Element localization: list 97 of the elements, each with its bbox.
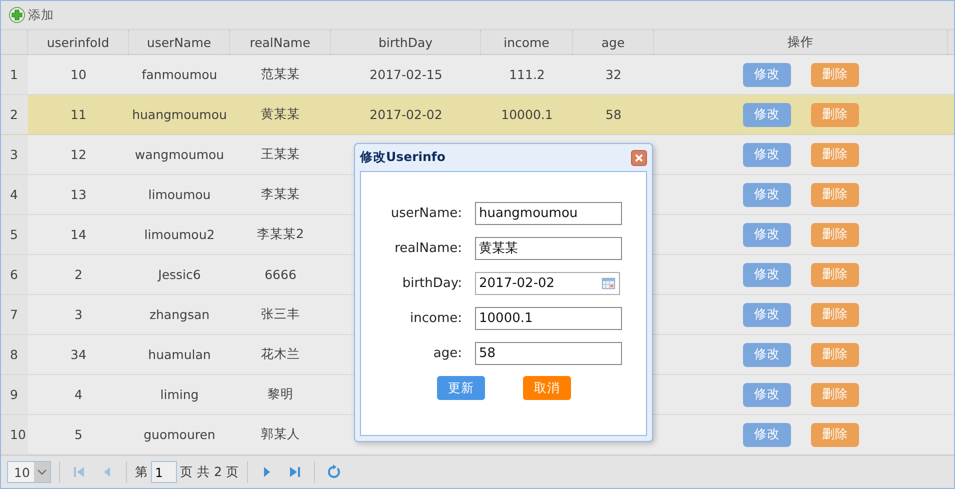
edit-button[interactable]: 修改 <box>743 342 791 367</box>
table-cell: 3 <box>74 307 82 322</box>
table-cell: zhangsan <box>149 307 210 322</box>
table-cell: 34 <box>70 347 86 362</box>
table-cell: 58 <box>606 107 622 122</box>
delete-button[interactable]: 删除 <box>811 342 859 367</box>
chevron-down-icon <box>34 462 50 482</box>
page-label: 第 <box>135 464 148 481</box>
table-cell: 11 <box>70 107 86 122</box>
table-cell: 12 <box>70 147 86 162</box>
table-cell: liming <box>160 387 199 402</box>
table-cell: 5 <box>74 427 82 442</box>
page-size-select[interactable]: 10 <box>7 461 51 484</box>
field-label: birthDay: <box>401 276 462 290</box>
dialog-title: 修改Userinfo <box>360 149 446 166</box>
plus-icon <box>9 7 25 24</box>
table-row[interactable]: 2 11 huangmoumou 黄某某 2017-02-02 10000.1 58 修改 删除 <box>1 95 954 136</box>
table-cell: 黎明 <box>268 386 294 404</box>
table-cell: 花木兰 <box>261 346 300 364</box>
edit-button[interactable]: 修改 <box>743 62 791 87</box>
table-cell: guomouren <box>144 427 216 442</box>
row-number: 3 <box>1 135 28 174</box>
table-cell: 2 <box>74 267 82 282</box>
table-cell: 14 <box>70 227 86 242</box>
edit-button[interactable]: 修改 <box>743 262 791 287</box>
edit-button[interactable]: 修改 <box>743 302 791 327</box>
cancel-button[interactable]: 取消 <box>523 376 571 400</box>
field-label: age: <box>432 346 462 360</box>
delete-button[interactable]: 删除 <box>811 142 859 167</box>
column-header[interactable]: userName <box>129 30 230 54</box>
date-field[interactable]: 2017-02-02 <box>475 272 620 294</box>
table-cell: limoumou <box>148 187 211 202</box>
edit-button[interactable]: 修改 <box>743 382 791 407</box>
column-header[interactable]: age <box>573 30 654 54</box>
table-cell: fanmoumou <box>142 67 218 82</box>
column-header[interactable]: userinfoId <box>28 30 129 54</box>
page-count-label: 页 共 2 页 <box>180 464 239 481</box>
table-cell: 10000.1 <box>501 107 553 122</box>
table-cell: 2017-02-15 <box>370 67 442 82</box>
table-cell: 10 <box>70 67 86 82</box>
delete-button[interactable]: 删除 <box>811 382 859 407</box>
table-cell: 李某某 <box>261 186 300 204</box>
page-input[interactable]: 1 <box>151 461 177 484</box>
table-cell: 李某某2 <box>257 226 304 244</box>
delete-button[interactable]: 删除 <box>811 302 859 327</box>
table-cell: huamulan <box>148 347 211 362</box>
field-label: income: <box>409 310 462 326</box>
column-header[interactable]: 操作 <box>654 30 948 54</box>
delete-button[interactable]: 删除 <box>811 62 859 87</box>
table-cell: limoumou2 <box>144 227 215 242</box>
table-cell: 2017-02-02 <box>370 107 442 122</box>
row-number: 4 <box>1 175 28 214</box>
table-cell: huangmoumou <box>132 107 227 122</box>
table-cell: 111.2 <box>509 67 545 82</box>
table-cell: 王某某 <box>261 146 300 164</box>
add-button[interactable]: 添加 <box>9 6 54 24</box>
table-cell: 32 <box>606 67 622 82</box>
row-number: 6 <box>1 255 28 294</box>
row-number: 9 <box>1 375 28 414</box>
delete-button[interactable]: 删除 <box>811 262 859 287</box>
edit-button[interactable]: 修改 <box>743 222 791 247</box>
delete-button[interactable]: 删除 <box>811 102 859 127</box>
column-header[interactable]: birthDay <box>331 30 481 54</box>
delete-button[interactable]: 删除 <box>811 422 859 447</box>
input-field[interactable]: 黄某某 <box>475 236 622 260</box>
edit-button[interactable]: 修改 <box>743 142 791 167</box>
table-cell: 黄某某 <box>261 106 300 124</box>
row-number: 2 <box>1 95 28 134</box>
row-number: 8 <box>1 335 28 374</box>
table-cell: 13 <box>70 187 86 202</box>
delete-button[interactable]: 删除 <box>811 182 859 207</box>
row-number: 7 <box>1 295 28 334</box>
edit-button[interactable]: 修改 <box>743 422 791 447</box>
edit-button[interactable]: 修改 <box>743 182 791 207</box>
field-label: userName: <box>390 206 462 220</box>
row-number: 1 <box>1 55 28 94</box>
column-header[interactable]: income <box>481 30 573 54</box>
table-cell: 郭某人 <box>261 426 300 444</box>
table-cell: 4 <box>74 387 82 402</box>
column-header[interactable]: realName <box>230 30 331 54</box>
calendar-icon <box>601 276 616 290</box>
table-cell: Jessic6 <box>158 267 201 282</box>
table-cell: 张三丰 <box>261 306 300 324</box>
field-label: realName: <box>394 240 462 256</box>
edit-button[interactable]: 修改 <box>743 102 791 127</box>
input-field[interactable]: 58 <box>475 342 622 364</box>
row-number: 5 <box>1 215 28 254</box>
table-cell: 6666 <box>264 267 296 282</box>
input-field[interactable]: 10000.1 <box>475 306 622 330</box>
refresh-icon <box>326 464 342 480</box>
input-field[interactable]: huangmoumou <box>475 202 622 224</box>
delete-button[interactable]: 删除 <box>811 222 859 247</box>
update-button[interactable]: 更新 <box>437 376 485 400</box>
table-cell: wangmoumou <box>134 147 224 162</box>
table-cell: 范某某 <box>261 66 300 84</box>
row-number: 10 <box>1 415 28 454</box>
close-button[interactable] <box>631 150 647 166</box>
